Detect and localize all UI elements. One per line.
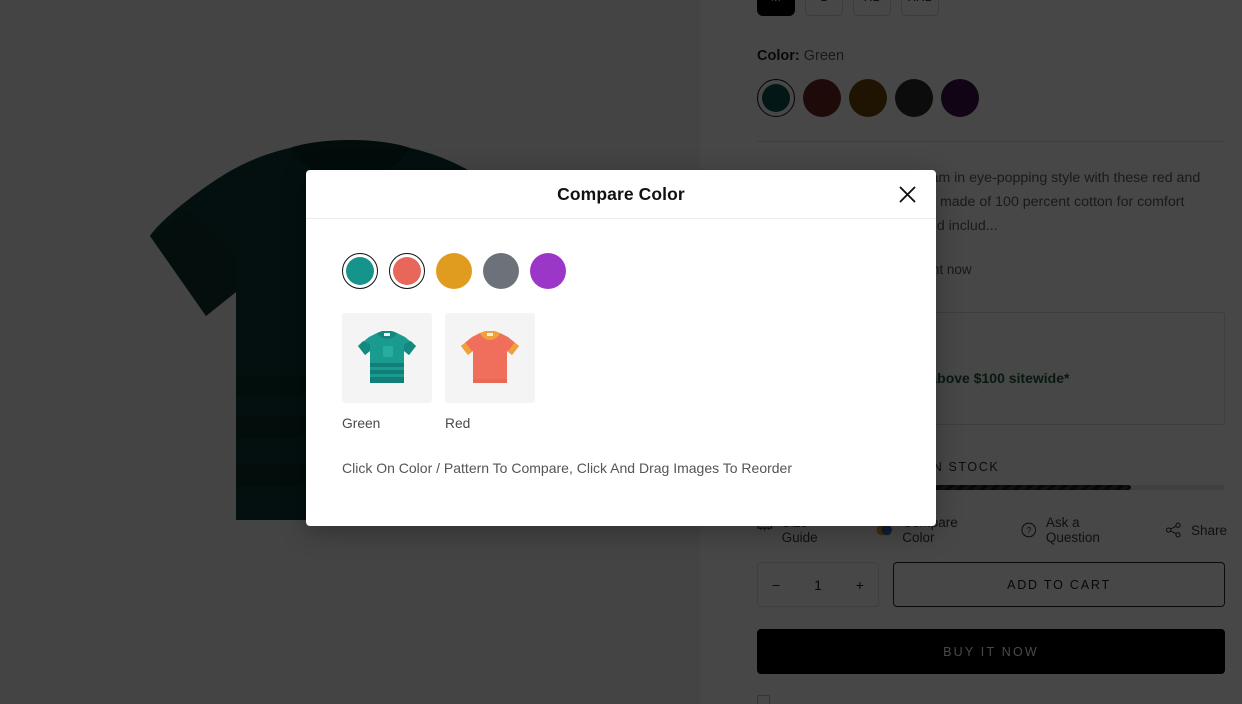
modal-thumbnail-item-green[interactable]: Green — [342, 313, 432, 431]
modal-swatch-red[interactable] — [389, 253, 425, 289]
modal-body: Green Red Click On Color / Pattern To Co… — [306, 219, 936, 476]
close-icon[interactable] — [890, 177, 924, 211]
modal-thumbnail-label-green: Green — [342, 416, 381, 431]
modal-hint-text: Click On Color / Pattern To Compare, Cli… — [342, 460, 793, 476]
modal-swatch-green[interactable] — [342, 253, 378, 289]
compare-color-modal: Compare Color Green Red Click On Color /… — [306, 170, 936, 526]
modal-thumbnail-image-red[interactable] — [445, 313, 535, 403]
modal-swatch-grey[interactable] — [483, 253, 519, 289]
modal-color-swatch-row[interactable] — [342, 253, 900, 289]
close-icon-glyph — [899, 186, 915, 202]
page-root: M L XL XXL Color: Green — [0, 0, 1242, 704]
modal-thumbnail-item-red[interactable]: Red — [445, 313, 535, 431]
modal-thumbnail-image-green[interactable] — [342, 313, 432, 403]
modal-header: Compare Color — [306, 170, 936, 219]
tshirt-red-icon — [461, 331, 519, 383]
modal-thumbnail-label-red: Red — [445, 416, 471, 431]
modal-swatch-purple[interactable] — [530, 253, 566, 289]
modal-swatch-yellow[interactable] — [436, 253, 472, 289]
modal-thumbnail-list[interactable]: Green Red — [342, 313, 900, 431]
tshirt-green-icon — [358, 331, 416, 383]
modal-title: Compare Color — [557, 183, 685, 204]
